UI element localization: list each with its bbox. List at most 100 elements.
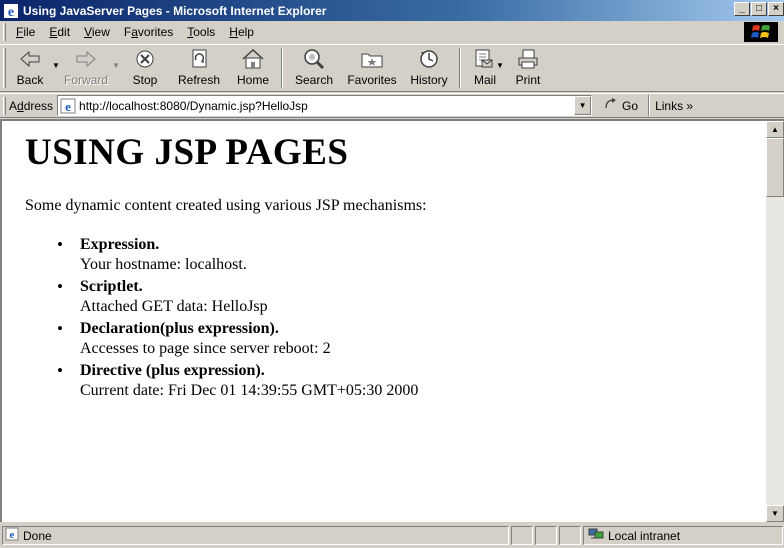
address-grip[interactable] (3, 96, 6, 115)
page-done-icon: e (5, 527, 19, 544)
menu-favorites[interactable]: Favorites (117, 25, 180, 39)
svg-text:e: e (8, 5, 14, 19)
menu-bar: File Edit View Favorites Tools Help (0, 21, 784, 43)
history-icon (416, 48, 442, 70)
forward-arrow-icon (73, 48, 99, 70)
forward-button[interactable]: Forward (61, 45, 111, 91)
list-item: Directive (plus expression). Current dat… (57, 361, 766, 401)
home-button[interactable]: Home (229, 45, 277, 91)
toolbar-grip[interactable] (3, 48, 6, 88)
menu-label: ools (193, 25, 216, 39)
back-dropdown-icon[interactable]: ▼ (51, 61, 61, 70)
feature-desc: Your hostname: localhost. (80, 256, 247, 273)
history-button[interactable]: History (403, 45, 455, 91)
chevron-down-icon: ▼ (578, 101, 587, 110)
back-label: Back (16, 73, 44, 87)
minimize-icon: _ (739, 3, 745, 14)
status-pane (535, 526, 557, 545)
printer-icon (515, 48, 541, 70)
scroll-up-button[interactable]: ▲ (766, 121, 784, 138)
security-zone-pane: Local intranet (583, 526, 783, 545)
menu-label: vorites (137, 25, 174, 39)
address-dropdown-button[interactable]: ▼ (574, 96, 592, 115)
scroll-down-button[interactable]: ▼ (766, 505, 784, 522)
refresh-label: Refresh (177, 73, 221, 87)
search-button[interactable]: Search (287, 45, 341, 91)
toolbar-separator (459, 48, 461, 88)
feature-desc: Accesses to page since server reboot: 2 (80, 340, 331, 357)
feature-title: Expression. (80, 236, 160, 253)
go-label: Go (622, 98, 639, 113)
address-url[interactable]: http://localhost:8080/Dynamic.jsp?HelloJ… (79, 99, 308, 113)
page-heading: USING JSP PAGES (25, 132, 349, 173)
status-text-pane: e Done (2, 526, 509, 545)
zone-label: Local intranet (608, 528, 681, 543)
page-intro: Some dynamic content created using vario… (25, 197, 427, 214)
forward-dropdown-icon[interactable]: ▼ (111, 61, 121, 70)
menu-accel: V (84, 25, 92, 39)
menu-accel: H (229, 25, 238, 39)
minimize-button[interactable]: _ (734, 2, 750, 16)
go-button[interactable]: Go (604, 97, 638, 114)
links-label: Links » (655, 98, 694, 113)
address-label: Address (9, 99, 53, 113)
address-label-text: A (9, 98, 18, 113)
page-viewport: USING JSP PAGES Some dynamic content cre… (0, 119, 784, 522)
print-button[interactable]: Print (505, 45, 551, 91)
feature-title: Scriptlet. (80, 278, 143, 295)
stop-icon (132, 48, 158, 70)
toolbar-separator (281, 48, 283, 88)
list-item: Scriptlet. Attached GET data: HelloJsp (57, 277, 766, 317)
page-ie-icon: e (60, 98, 76, 114)
history-label: History (410, 73, 448, 87)
menu-label: ile (23, 25, 36, 39)
search-icon (301, 48, 327, 70)
menu-accel: a (131, 25, 138, 39)
windows-logo-icon (744, 22, 778, 42)
chevron-down-icon: ▼ (771, 509, 779, 518)
close-icon: × (773, 3, 779, 14)
internet-explorer-icon: e (3, 3, 19, 20)
list-item: Declaration(plus expression). Accesses t… (57, 319, 766, 359)
mail-icon (472, 48, 498, 70)
svg-text:e: e (10, 529, 15, 541)
go-arrow-icon (604, 97, 618, 114)
favorites-label: Favorites (347, 73, 397, 87)
menu-view[interactable]: View (77, 25, 117, 39)
close-button[interactable]: × (768, 2, 784, 16)
menu-grip[interactable] (3, 23, 6, 41)
refresh-icon (186, 48, 212, 70)
maximize-button[interactable]: □ (751, 2, 767, 16)
favorites-button[interactable]: Favorites (341, 45, 403, 91)
title-bar[interactable]: e Using JavaServer Pages - Microsoft Int… (0, 0, 784, 21)
mail-label: Mail (473, 73, 496, 87)
home-label: Home (236, 73, 269, 87)
vertical-scrollbar[interactable]: ▲ ▼ (766, 121, 784, 522)
feature-desc: Current date: Fri Dec 01 14:39:55 GMT+05… (80, 382, 419, 399)
page-content: USING JSP PAGES Some dynamic content cre… (2, 121, 766, 522)
home-icon (240, 48, 266, 70)
back-arrow-icon (17, 48, 43, 70)
svg-text:e: e (65, 99, 71, 114)
status-pane (511, 526, 533, 545)
refresh-button[interactable]: Refresh (169, 45, 229, 91)
feature-list: Expression. Your hostname: localhost. Sc… (57, 235, 766, 401)
menu-file[interactable]: File (9, 25, 42, 39)
back-button[interactable]: Back (9, 45, 51, 91)
menu-help[interactable]: Help (222, 25, 261, 39)
stop-button[interactable]: Stop (121, 45, 169, 91)
menu-tools[interactable]: Tools (180, 25, 222, 39)
maximize-icon: □ (755, 3, 763, 14)
links-button[interactable]: Links » (648, 95, 693, 116)
feature-title: Directive (plus expression). (80, 362, 265, 379)
status-text: Done (23, 528, 52, 543)
address-label-text: dress (23, 98, 54, 113)
address-field[interactable]: e http://localhost:8080/Dynamic.jsp?Hell… (57, 95, 593, 116)
forward-label: Forward (63, 73, 108, 87)
favorites-folder-icon (359, 48, 385, 70)
menu-label: elp (237, 25, 254, 39)
scroll-thumb[interactable] (766, 138, 784, 197)
menu-edit[interactable]: Edit (42, 25, 77, 39)
address-label-accel: d (17, 98, 24, 113)
feature-title: Declaration(plus expression). (80, 320, 279, 337)
